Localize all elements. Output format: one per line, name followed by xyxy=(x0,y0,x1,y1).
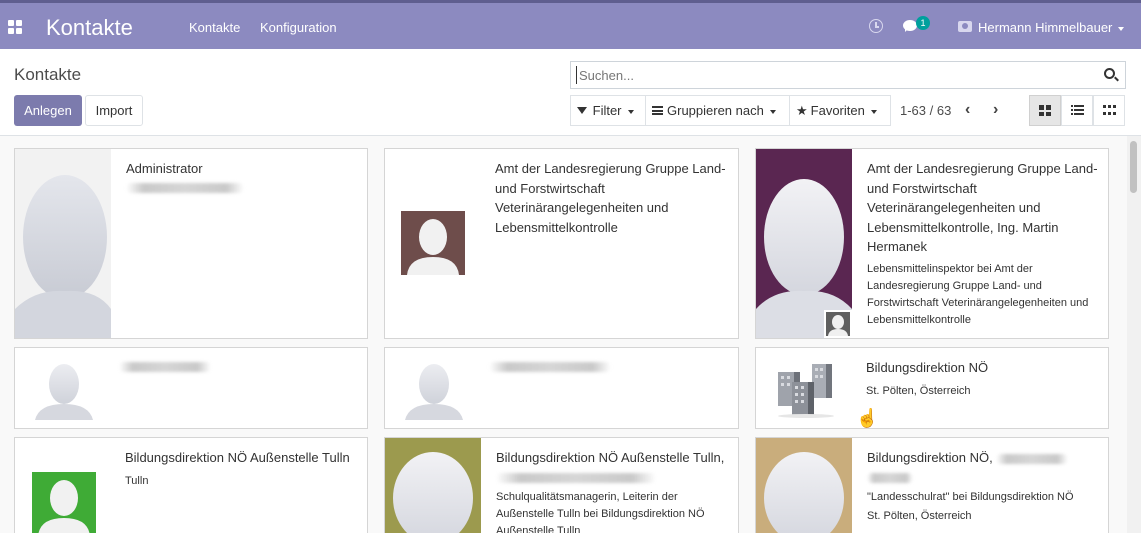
contact-card[interactable] xyxy=(14,347,368,429)
contact-name: Bildungsdirektion NÖ Außenstelle Tulln, xyxy=(496,450,725,465)
app-brand[interactable]: Kontakte xyxy=(46,15,133,41)
redacted-text xyxy=(496,473,656,484)
contact-location: St. Pölten, Österreich xyxy=(867,510,972,523)
contact-card[interactable] xyxy=(384,347,739,429)
user-avatar-icon[interactable] xyxy=(958,21,972,32)
contact-card[interactable]: Administrator xyxy=(14,148,368,339)
chevron-down-icon xyxy=(627,109,634,114)
company-avatar-area xyxy=(756,348,852,428)
contact-function: Schulqualitätsmanagerin, Leiterin der Au… xyxy=(496,491,705,533)
contact-avatar-area xyxy=(385,348,481,428)
contact-card[interactable]: Amt der Landesregierung Gruppe Land- und… xyxy=(384,148,739,339)
contact-name: Amt der Landesregierung Gruppe Land- und… xyxy=(495,161,726,235)
company-buildings-icon xyxy=(778,364,834,418)
create-button[interactable]: Anlegen xyxy=(14,95,82,126)
contact-avatar xyxy=(35,364,93,420)
pager-previous-icon[interactable]: ‹ xyxy=(965,102,970,118)
contact-card[interactable]: Bildungsdirektion NÖ Außenstelle Tulln, … xyxy=(384,437,739,533)
contact-name: Amt der Landesregierung Gruppe Land- und… xyxy=(867,161,1098,254)
contact-function: "Landesschulrat" bei Bildungsdirektion N… xyxy=(867,491,1074,504)
redacted-text xyxy=(996,453,1069,464)
contact-function: Lebensmittelinspektor bei Amt der Landes… xyxy=(867,262,1089,326)
contact-location: Tulln xyxy=(125,474,149,487)
menu-item-konfiguration[interactable]: Konfiguration xyxy=(260,20,337,35)
vertical-scrollbar[interactable] xyxy=(1127,136,1141,533)
import-button[interactable]: Import xyxy=(85,95,143,126)
contact-avatar xyxy=(401,211,465,275)
contact-name: Bildungsdirektion NÖ, xyxy=(867,448,1100,468)
search-input[interactable] xyxy=(576,66,1076,84)
user-name: Hermann Himmelbauer xyxy=(978,20,1113,35)
star-icon: ★ xyxy=(796,103,808,118)
list-view-button[interactable] xyxy=(1061,95,1093,126)
contact-avatar xyxy=(32,472,96,533)
pager-next-icon[interactable]: › xyxy=(993,102,998,118)
chat-icon[interactable] xyxy=(903,20,917,32)
favorites-dropdown[interactable]: ★ Favoriten xyxy=(789,95,891,126)
contact-card[interactable]: Bildungsdirektion NÖ, "Landesschulrat" b… xyxy=(755,437,1109,533)
favorites-label: Favoriten xyxy=(810,103,865,118)
filter-label: Filter xyxy=(592,103,622,118)
redacted-text xyxy=(867,473,913,484)
redacted-text xyxy=(489,361,611,372)
list-view-icon xyxy=(1071,105,1084,116)
apps-menu-icon[interactable] xyxy=(8,20,22,34)
kanban-view-button[interactable] xyxy=(1029,95,1061,126)
search-icon[interactable] xyxy=(1104,68,1115,79)
activity-clock-icon[interactable] xyxy=(869,19,883,33)
group-by-dropdown[interactable]: Gruppieren nach xyxy=(645,95,790,126)
contact-avatar-area xyxy=(15,438,111,533)
contact-name: Bildungsdirektion NÖ xyxy=(866,360,989,375)
contact-name: Administrator xyxy=(126,161,203,176)
page-title: Kontakte xyxy=(14,65,82,84)
contact-avatar xyxy=(405,364,463,420)
filter-icon xyxy=(577,107,587,115)
search-bar xyxy=(570,61,1126,89)
chevron-down-icon xyxy=(1118,26,1125,31)
user-menu[interactable]: Hermann Himmelbauer xyxy=(978,20,1125,35)
menu-item-kontakte[interactable]: Kontakte xyxy=(189,20,240,35)
contact-avatar xyxy=(756,149,852,338)
chat-count-badge: 1 xyxy=(916,16,930,30)
scrollbar-thumb[interactable] xyxy=(1130,141,1137,193)
pager-value[interactable]: 1-63 / 63 xyxy=(900,103,951,118)
contact-avatar xyxy=(15,149,111,338)
contact-card[interactable]: Bildungsdirektion NÖ St. Pölten, Österre… xyxy=(755,347,1109,429)
kanban-area: Administrator Amt der Landesregierung Gr… xyxy=(0,136,1127,533)
redacted-text xyxy=(126,183,244,194)
hand-cursor-icon: ☝ xyxy=(856,408,879,428)
chevron-down-icon xyxy=(769,109,776,114)
filter-dropdown[interactable]: Filter xyxy=(570,95,646,126)
top-navbar: Kontakte Kontakte Konfiguration 1 Herman… xyxy=(0,0,1141,49)
contact-card[interactable]: Bildungsdirektion NÖ Außenstelle Tulln T… xyxy=(14,437,368,533)
redacted-text xyxy=(119,361,211,372)
contact-avatar xyxy=(385,438,481,533)
contact-name: Bildungsdirektion NÖ Außenstelle Tulln xyxy=(125,450,350,465)
contact-card[interactable]: Amt der Landesregierung Gruppe Land- und… xyxy=(755,148,1109,339)
control-panel: Kontakte Anlegen Import Filter Gruppiere… xyxy=(0,49,1141,136)
grid-view-icon xyxy=(1103,105,1116,116)
kanban-view-icon xyxy=(1039,105,1051,116)
group-icon xyxy=(652,106,663,116)
contact-avatar xyxy=(756,438,852,533)
chevron-down-icon xyxy=(870,109,877,114)
contact-avatar-area xyxy=(385,149,481,338)
group-by-label: Gruppieren nach xyxy=(667,103,764,118)
contact-location: St. Pölten, Österreich xyxy=(866,384,971,397)
grid-view-button[interactable] xyxy=(1093,95,1125,126)
contact-avatar-area xyxy=(15,348,111,428)
